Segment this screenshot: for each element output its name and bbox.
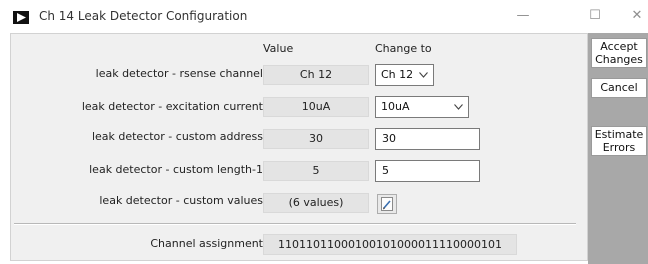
value-custom-length: 5 xyxy=(263,161,369,181)
minimize-button[interactable]: — xyxy=(512,6,534,26)
channel-assignment-label: Channel assignment xyxy=(150,237,263,250)
value-rsense-channel: Ch 12 xyxy=(263,65,369,85)
column-header-value: Value xyxy=(263,42,294,55)
play-triangle-icon xyxy=(17,13,26,22)
custom-address-input[interactable]: 30 xyxy=(375,128,480,150)
excitation-current-dropdown[interactable]: 10uA xyxy=(375,96,469,118)
row-label-excitation-current: leak detector - excitation current xyxy=(81,100,263,113)
row-label-custom-length: leak detector - custom length-1 xyxy=(89,163,263,176)
custom-address-input-value: 30 xyxy=(382,132,396,145)
estimate-errors-label-line2: Errors xyxy=(602,141,636,154)
value-custom-address: 30 xyxy=(263,129,369,149)
row-label-rsense-channel: leak detector - rsense channel xyxy=(95,67,263,80)
estimate-errors-button[interactable]: Estimate Errors xyxy=(591,126,647,156)
app-icon xyxy=(13,11,29,24)
custom-length-input-value: 5 xyxy=(382,164,389,177)
window-title: Ch 14 Leak Detector Configuration xyxy=(39,9,248,23)
divider-highlight xyxy=(14,224,576,225)
edit-custom-values-button[interactable] xyxy=(377,194,397,214)
excitation-current-selected: 10uA xyxy=(381,100,410,113)
config-panel: Value Change to leak detector - rsense c… xyxy=(10,33,588,261)
chevron-down-icon xyxy=(454,104,463,110)
value-custom-values: (6 values) xyxy=(263,193,369,213)
row-label-custom-values: leak detector - custom values xyxy=(99,194,263,207)
accept-changes-label-line2: Changes xyxy=(595,53,643,66)
maximize-button[interactable]: ☐ xyxy=(584,6,606,26)
rsense-channel-selected: Ch 12 xyxy=(381,68,414,81)
accept-changes-label-line1: Accept xyxy=(600,40,638,53)
row-label-custom-address: leak detector - custom address xyxy=(91,130,263,143)
column-header-change-to: Change to xyxy=(375,42,432,55)
pencil-icon xyxy=(381,197,393,211)
accept-changes-button[interactable]: Accept Changes xyxy=(591,38,647,68)
custom-length-input[interactable]: 5 xyxy=(375,160,480,182)
title-bar: Ch 14 Leak Detector Configuration — ☐ ✕ xyxy=(0,0,648,33)
estimate-errors-label-line1: Estimate xyxy=(594,128,644,141)
close-button[interactable]: ✕ xyxy=(626,6,648,26)
chevron-down-icon xyxy=(419,72,428,78)
rsense-channel-dropdown[interactable]: Ch 12 xyxy=(375,64,434,86)
channel-assignment-value: 11011011000100101000011110000101 xyxy=(263,234,517,255)
value-excitation-current: 10uA xyxy=(263,97,369,117)
cancel-button[interactable]: Cancel xyxy=(591,78,647,98)
side-button-pane: Accept Changes Cancel Estimate Errors xyxy=(588,33,648,264)
